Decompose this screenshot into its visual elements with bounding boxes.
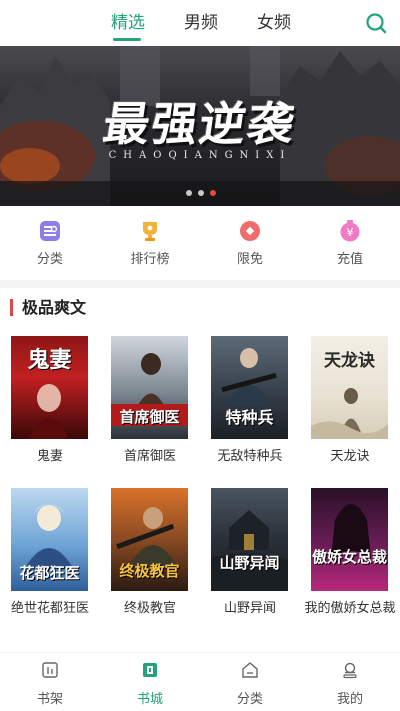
- cover-title: 山野异闻: [219, 554, 280, 572]
- cover-art: [311, 388, 388, 439]
- banner-pager: [186, 181, 222, 196]
- book-title: 绝世花都狂医: [10, 601, 89, 616]
- book-title: 鬼妻: [36, 449, 63, 464]
- tab-female[interactable]: 女频: [257, 12, 291, 34]
- search-icon[interactable]: [364, 11, 388, 35]
- menu-category[interactable]: 分类: [10, 220, 90, 268]
- bookstore-icon: [143, 663, 157, 677]
- book-title: 无敌特种兵: [217, 449, 283, 464]
- book-cover: 特种兵: [211, 336, 288, 439]
- cover-art: [331, 504, 371, 558]
- book-cover: 终极教官: [111, 488, 188, 591]
- tab-male[interactable]: 男频: [184, 12, 218, 34]
- book-card[interactable]: 山野异闻 山野异闻: [200, 488, 300, 643]
- book-card[interactable]: 傲娇女总裁 我的傲娇女总裁: [300, 488, 400, 643]
- category-icon: [242, 662, 258, 678]
- nav-bookshelf[interactable]: 书架: [0, 661, 100, 708]
- svg-text:¥: ¥: [347, 226, 354, 239]
- section-accent-bar: [10, 299, 13, 316]
- category-icon: [40, 221, 60, 241]
- banner-title: 最强逆袭: [99, 97, 300, 151]
- quick-menu: 分类 排行榜 限免 ¥ 充值: [0, 206, 400, 280]
- book-title: 天龙诀: [330, 449, 370, 464]
- cover-title: 终极教官: [119, 562, 180, 580]
- trophy-icon: [143, 222, 157, 241]
- nav-label: 书架: [36, 692, 63, 707]
- book-cover: 山野异闻: [211, 488, 288, 591]
- book-title: 首席御医: [123, 449, 176, 464]
- recharge-icon: ¥: [340, 220, 360, 242]
- book-cover: 鬼妻: [11, 336, 88, 439]
- book-cover: 花都狂医: [11, 488, 88, 591]
- pager-dot: [186, 190, 192, 196]
- book-cover: 首席御医: [111, 336, 188, 439]
- book-cover: 天龙诀: [311, 336, 388, 439]
- tab-featured[interactable]: 精选: [111, 12, 145, 34]
- nav-profile[interactable]: 我的: [300, 661, 400, 708]
- limited-free-icon: [240, 221, 260, 241]
- cover-art: [211, 510, 288, 591]
- cover-title: 傲娇女总裁: [311, 548, 387, 566]
- book-card[interactable]: 花都狂医 绝世花都狂医: [0, 488, 100, 643]
- book-title: 我的傲娇女总裁: [304, 601, 396, 616]
- menu-recharge[interactable]: ¥ 充值: [310, 220, 390, 268]
- book-card[interactable]: 首席御医 首席御医: [100, 336, 200, 486]
- book-card[interactable]: 天龙诀 天龙诀: [300, 336, 400, 486]
- bookshelf-icon: [42, 662, 58, 678]
- top-tab-bar: 精选 男频 女频: [0, 0, 400, 46]
- cover-title: 花都狂医: [19, 564, 80, 582]
- pager-dot: [198, 190, 204, 196]
- section-divider: [0, 280, 400, 288]
- nav-bookstore[interactable]: 书城: [100, 661, 200, 708]
- nav-category[interactable]: 分类: [200, 661, 300, 708]
- book-card[interactable]: 特种兵 无敌特种兵: [200, 336, 300, 486]
- bottom-navigation: 书架 书城 分类 我的: [0, 652, 400, 711]
- book-title: 山野异闻: [223, 601, 276, 616]
- cover-art: [29, 384, 69, 439]
- promo-banner[interactable]: 最强逆袭 CHAOQIANGNIXI: [0, 46, 400, 206]
- menu-label: 充值: [336, 252, 363, 267]
- cover-title: 首席御医: [119, 408, 180, 426]
- section-title: 极品爽文: [22, 298, 87, 317]
- active-tab-indicator: [113, 38, 141, 41]
- book-cover: 傲娇女总裁: [311, 488, 388, 591]
- banner-subtitle: CHAOQIANGNIXI: [108, 150, 292, 161]
- book-title: 终极教官: [123, 601, 176, 616]
- nav-label: 分类: [236, 692, 263, 707]
- menu-label: 分类: [36, 252, 63, 267]
- nav-label: 书城: [136, 692, 163, 707]
- book-card[interactable]: 终极教官 终极教官: [100, 488, 200, 643]
- cover-title: 特种兵: [225, 408, 274, 427]
- menu-limited-free[interactable]: 限免: [210, 220, 290, 268]
- menu-label: 排行榜: [130, 252, 170, 267]
- book-card[interactable]: 鬼妻 鬼妻: [0, 336, 100, 486]
- menu-ranking[interactable]: 排行榜: [110, 220, 190, 268]
- pager-dot-active: [210, 190, 216, 196]
- nav-label: 我的: [336, 692, 363, 707]
- menu-label: 限免: [236, 252, 263, 267]
- profile-icon: [343, 662, 357, 679]
